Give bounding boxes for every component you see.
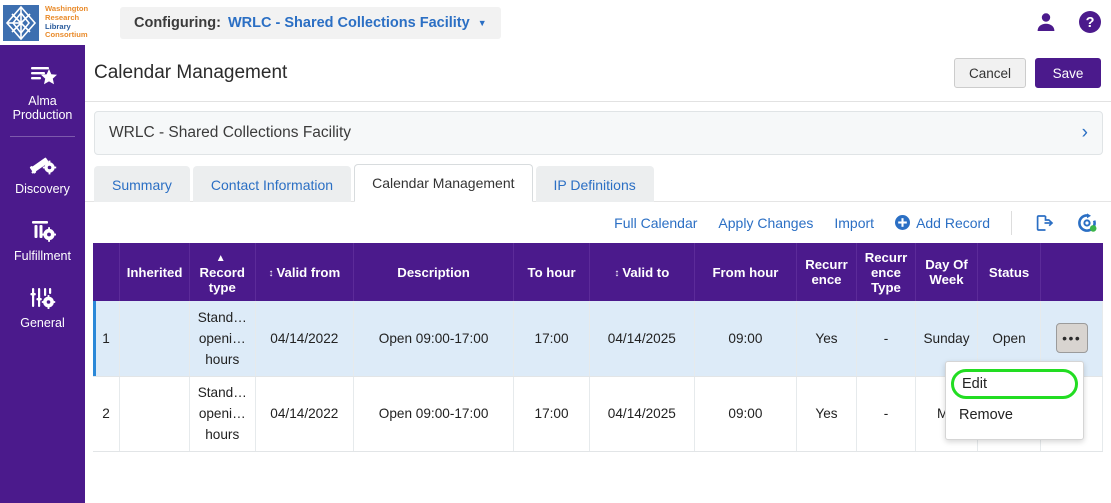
- tab-ip-definitions[interactable]: IP Definitions: [535, 166, 654, 202]
- sidebar-item-general[interactable]: General: [0, 275, 85, 342]
- user-icon[interactable]: [1033, 9, 1059, 35]
- wrlc-logo-text: Washington Research Library Consortium: [45, 5, 88, 39]
- toolbar-divider: [1011, 210, 1012, 235]
- col-header-record-type[interactable]: ▲Record type: [189, 243, 256, 301]
- top-bar-icons: ?: [1033, 9, 1103, 35]
- row-actions-menu: Edit Remove: [945, 361, 1084, 440]
- cell-description: Open 09:00-17:00: [353, 376, 515, 452]
- entity-panel-title: WRLC - Shared Collections Facility: [109, 124, 352, 141]
- sidebar-item-discovery[interactable]: Discovery: [0, 141, 85, 208]
- col-header-description[interactable]: Description: [353, 243, 515, 301]
- cell-inherited: [119, 301, 190, 377]
- cell-valid-from: 04/14/2022: [255, 301, 355, 377]
- fulfillment-icon: [29, 218, 57, 244]
- col-header-day-of-week[interactable]: Day Of Week: [915, 243, 978, 301]
- tab-bar: Summary Contact Information Calendar Man…: [94, 164, 1111, 202]
- sort-asc-icon: ▲: [215, 252, 226, 264]
- table-header-row: Inherited ▲Record type ↕ Valid from Descr…: [93, 243, 1103, 301]
- cancel-button[interactable]: Cancel: [953, 58, 1026, 88]
- table-toolbar: Full Calendar Apply Changes Import Add R…: [85, 201, 1111, 243]
- menu-item-edit[interactable]: Edit: [951, 369, 1078, 399]
- sort-icon: ↕: [268, 267, 274, 279]
- help-icon[interactable]: ?: [1077, 9, 1103, 35]
- sidebar-item-label-alma-production-line2: Production: [12, 108, 73, 122]
- col-header-valid-to-label: Valid to: [622, 264, 670, 280]
- app-root: Washington Research Library Consortium C…: [0, 0, 1111, 503]
- cell-description: Open 09:00-17:00: [353, 301, 515, 377]
- logo-line-4: Consortium: [45, 30, 88, 40]
- cell-recurrence-type: -: [856, 376, 917, 452]
- cell-record-type: Stand… openi… hours: [189, 376, 256, 452]
- cell-inherited: [119, 376, 190, 452]
- col-header-inherited[interactable]: Inherited: [119, 243, 190, 301]
- sidebar-item-fulfillment[interactable]: Fulfillment: [0, 208, 85, 275]
- page-header: Calendar Management Cancel Save: [85, 45, 1111, 102]
- col-header-from-hour[interactable]: From hour: [694, 243, 798, 301]
- cell-record-type: Stand… openi… hours: [189, 301, 256, 377]
- add-record-label: Add Record: [916, 214, 990, 231]
- cell-valid-to: 04/14/2025: [589, 376, 695, 452]
- col-header-num: [93, 243, 121, 301]
- tab-contact-information[interactable]: Contact Information: [192, 166, 352, 202]
- page-header-buttons: Cancel Save: [953, 58, 1101, 88]
- calendar-records-table-wrap: Inherited ▲Record type ↕ Valid from Descr…: [93, 243, 1103, 452]
- export-icon[interactable]: [1033, 212, 1055, 234]
- col-header-actions: [1040, 243, 1103, 301]
- configuring-label: Configuring:: [134, 15, 221, 31]
- col-header-record-type-label: Record type: [199, 264, 245, 295]
- svg-text:?: ?: [1086, 15, 1095, 31]
- alma-production-icon: [29, 63, 57, 89]
- table-settings-icon[interactable]: [1076, 212, 1098, 234]
- col-header-recurrence[interactable]: Recurrence: [796, 243, 857, 301]
- table-header: Inherited ▲Record type ↕ Valid from Descr…: [93, 243, 1103, 301]
- configuring-selector[interactable]: Configuring: WRLC - Shared Collections F…: [120, 7, 501, 39]
- sidebar-item-alma-production[interactable]: Alma Production: [0, 57, 85, 134]
- col-header-valid-from[interactable]: ↕ Valid from: [255, 243, 355, 301]
- sidebar-item-label-general: General: [20, 316, 65, 330]
- col-header-valid-to[interactable]: ↕ Valid to: [589, 243, 695, 301]
- cell-num: 1: [93, 301, 121, 377]
- cell-from-hour: 09:00: [694, 301, 798, 377]
- cell-recurrence: Yes: [796, 376, 857, 452]
- chevron-right-icon[interactable]: ›: [1082, 122, 1088, 144]
- cell-valid-from: 04/14/2022: [255, 376, 355, 452]
- col-header-recurrence-type[interactable]: Recurrence Type: [856, 243, 917, 301]
- main-content: Calendar Management Cancel Save WRLC - S…: [85, 45, 1111, 503]
- apply-changes-link[interactable]: Apply Changes: [718, 215, 813, 231]
- col-header-to-hour[interactable]: To hour: [513, 243, 590, 301]
- save-button[interactable]: Save: [1035, 58, 1101, 88]
- col-header-valid-from-label: Valid from: [276, 264, 341, 280]
- sort-icon: ↕: [614, 267, 620, 279]
- discovery-icon: [29, 151, 57, 177]
- full-calendar-link[interactable]: Full Calendar: [614, 215, 697, 231]
- col-header-status[interactable]: Status: [977, 243, 1042, 301]
- cell-to-hour: 17:00: [513, 376, 590, 452]
- import-link[interactable]: Import: [834, 215, 874, 231]
- plus-circle-icon: [895, 215, 911, 230]
- page-title: Calendar Management: [94, 62, 288, 83]
- cell-recurrence-type: -: [856, 301, 917, 377]
- cell-valid-to: 04/14/2025: [589, 301, 695, 377]
- chevron-down-icon: ▼: [477, 18, 487, 28]
- add-record-button[interactable]: Add Record: [895, 215, 990, 231]
- cell-num: 2: [93, 376, 121, 452]
- cell-recurrence: Yes: [796, 301, 857, 377]
- wrlc-logo[interactable]: Washington Research Library Consortium: [0, 0, 88, 45]
- sidebar: Alma Production Discovery Fulfillment Ge…: [0, 45, 85, 503]
- sidebar-item-label-alma-production-line1: Alma: [28, 94, 57, 108]
- cell-to-hour: 17:00: [513, 301, 590, 377]
- sidebar-item-label-fulfillment: Fulfillment: [14, 249, 71, 263]
- wrlc-logo-diamond-icon: [3, 3, 43, 43]
- sidebar-item-label-discovery: Discovery: [15, 182, 70, 196]
- row-actions-button[interactable]: •••: [1055, 323, 1088, 354]
- general-icon: [29, 285, 57, 311]
- tab-summary[interactable]: Summary: [94, 166, 190, 202]
- top-bar: Washington Research Library Consortium C…: [0, 0, 1111, 45]
- sidebar-divider: [10, 136, 75, 137]
- menu-item-remove[interactable]: Remove: [946, 399, 1083, 430]
- cell-from-hour: 09:00: [694, 376, 798, 452]
- tab-calendar-management[interactable]: Calendar Management: [354, 164, 533, 202]
- configuring-value: WRLC - Shared Collections Facility: [227, 15, 470, 31]
- entity-panel-bar[interactable]: WRLC - Shared Collections Facility ›: [94, 111, 1103, 155]
